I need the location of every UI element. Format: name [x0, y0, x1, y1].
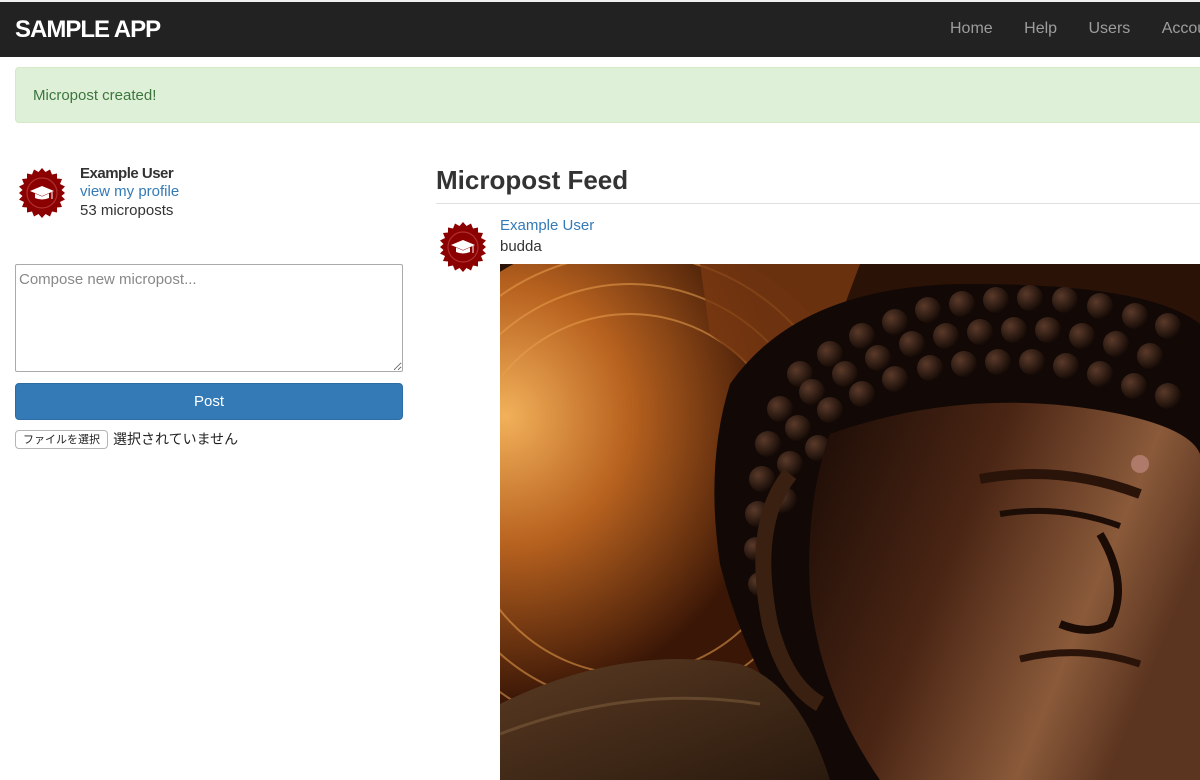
flash-message: Micropost created! [33, 87, 157, 104]
nav-links: Home Help Users Account [950, 20, 1200, 38]
micropost-count: 53 microposts [80, 202, 174, 219]
micropost-textarea[interactable] [15, 264, 403, 372]
user-avatar[interactable] [17, 168, 67, 218]
post-image [500, 264, 1200, 780]
file-status-text: 選択されていません [113, 432, 239, 448]
post-user-link[interactable]: Example User [500, 217, 594, 234]
navbar: SAMPLE APP Home Help Users Account [0, 0, 1200, 57]
nav-account[interactable]: Account [1162, 20, 1200, 38]
feed-divider [436, 203, 1200, 204]
post-content: budda [500, 238, 542, 255]
feed-title: Micropost Feed [436, 165, 629, 195]
post-button[interactable]: Post [15, 383, 403, 420]
nav-users[interactable]: Users [1089, 20, 1131, 38]
nav-help[interactable]: Help [1024, 20, 1057, 38]
post-avatar[interactable] [438, 222, 488, 272]
sidebar-user-name: Example User [80, 165, 174, 182]
nav-home[interactable]: Home [950, 20, 993, 38]
file-select-button[interactable]: ファイルを選択 [15, 430, 108, 449]
flash-success: Micropost created! [15, 67, 1200, 123]
urna-dot [1131, 455, 1149, 473]
view-profile-link[interactable]: view my profile [80, 183, 179, 200]
app-logo[interactable]: SAMPLE APP [15, 16, 161, 44]
